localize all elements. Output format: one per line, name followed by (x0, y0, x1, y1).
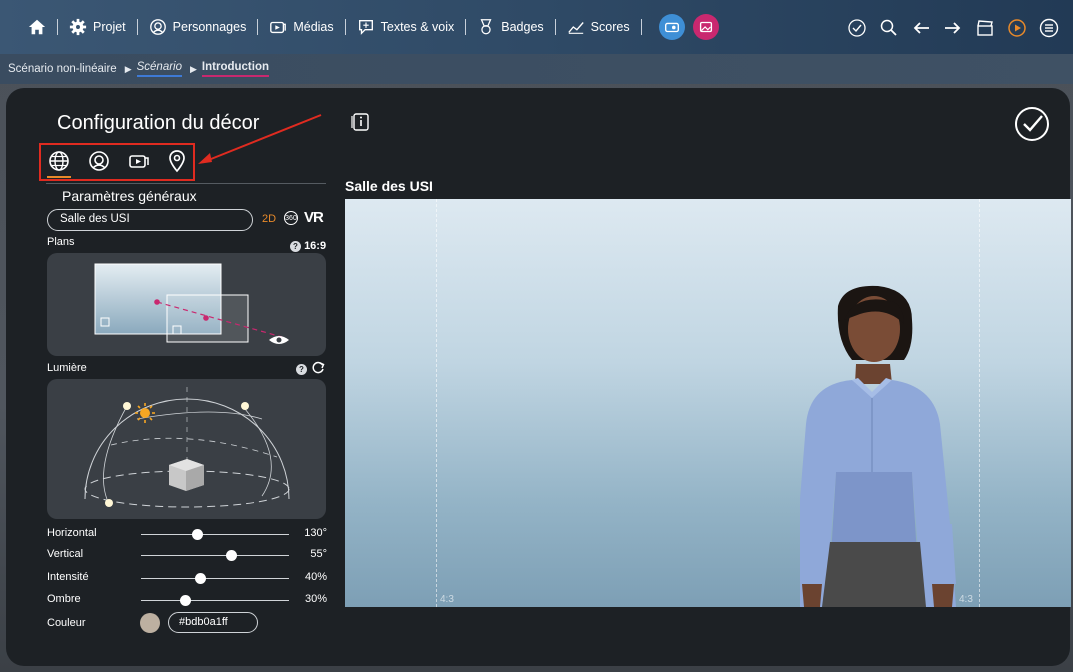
slider-vertical[interactable]: Vertical 55° (47, 547, 327, 563)
slider-label: Intensité (47, 571, 89, 583)
play-circle-icon[interactable] (1007, 18, 1027, 38)
nav-item-scores[interactable]: Scores (567, 18, 630, 36)
slider-label: Vertical (47, 548, 84, 560)
tab-characters-icon[interactable] (87, 149, 111, 173)
nav-separator (344, 19, 346, 35)
breadcrumb-current[interactable]: Introduction (201, 61, 269, 77)
guide-label: 4:3 (440, 594, 454, 605)
slider-value: 30% (304, 593, 327, 605)
breadcrumb: Scénario non-linéaire ▶ Scénario ▶ Intro… (0, 54, 1073, 84)
scenario-mode-button[interactable] (658, 14, 685, 40)
speech-icon (357, 18, 375, 36)
mode-vr-toggle[interactable]: VR (304, 209, 324, 226)
nav-label: Badges (501, 20, 544, 34)
nav-label: Scores (590, 20, 630, 34)
slider-knob[interactable] (179, 595, 191, 606)
nav-label: Textes & voix (380, 20, 455, 34)
color-label: Couleur (47, 617, 86, 629)
color-swatch[interactable] (140, 613, 160, 633)
home-icon[interactable] (28, 18, 46, 36)
slider-value: 40% (304, 571, 327, 583)
media-icon (269, 18, 287, 36)
decor-mode-button[interactable] (692, 14, 719, 40)
slider-intensity[interactable]: Intensité 40% (47, 570, 327, 586)
mode-360-toggle[interactable]: 360 (284, 211, 298, 225)
nav-item-projet[interactable]: Projet (69, 18, 126, 36)
ratio-value: 16:9 (304, 240, 327, 252)
toolbar-right (847, 18, 1059, 38)
check-circle-icon[interactable] (847, 18, 867, 38)
gear-icon (69, 18, 87, 36)
slider-track[interactable] (141, 534, 289, 535)
clapperboard-icon[interactable] (975, 18, 995, 38)
nav-separator (257, 19, 259, 35)
slider-value: 130° (304, 527, 327, 539)
slider-shadow[interactable]: Ombre 30% (47, 592, 327, 608)
scene-name-input[interactable]: Salle des USI (47, 209, 253, 231)
nav-separator (640, 19, 642, 35)
slider-label: Horizontal (47, 527, 97, 539)
section-title: Paramètres généraux (62, 188, 197, 204)
breadcrumb-arrow-icon: ▶ (190, 63, 197, 74)
nav-label: Médias (293, 20, 334, 34)
tab-general-globe-icon[interactable] (47, 149, 71, 173)
slider-knob[interactable] (191, 529, 203, 540)
nav-item-textes-voix[interactable]: Textes & voix (357, 18, 455, 36)
light-dome-diagram (84, 387, 290, 508)
nav-separator (57, 19, 58, 35)
slider-track[interactable] (141, 578, 289, 579)
slider-track[interactable] (141, 600, 289, 601)
help-icon[interactable]: ? (290, 240, 301, 252)
plans-editor[interactable] (47, 253, 326, 356)
breadcrumb-arrow-icon: ▶ (124, 63, 132, 74)
nav-separator (465, 19, 467, 35)
top-navigation-bar: Projet Personnages Médias Textes & voix … (0, 0, 1073, 54)
slider-horizontal[interactable]: Horizontal 130° (47, 526, 327, 542)
arrow-right-icon[interactable] (943, 18, 963, 38)
reset-icon[interactable] (311, 361, 325, 375)
nav-label: Personnages (172, 20, 247, 34)
slider-label: Ombre (47, 593, 81, 605)
sun-icon (135, 403, 155, 423)
plans-diagram (94, 263, 289, 344)
tabs-divider (46, 183, 326, 184)
scene-preview[interactable]: 4:3 4:3 (345, 199, 1071, 607)
light-dome-editor[interactable] (47, 379, 326, 519)
image-icon (697, 18, 715, 36)
tab-location-pin-icon[interactable] (165, 149, 189, 173)
slider-knob[interactable] (194, 573, 206, 584)
plans-label: Plans (47, 236, 75, 248)
active-tab-indicator (47, 176, 71, 178)
slider-value: 55° (310, 548, 327, 560)
nav-separator (136, 19, 138, 35)
scenario-icon (663, 18, 681, 36)
light-label: Lumière (47, 362, 87, 374)
color-value-input[interactable]: #bdb0a1ff (168, 612, 258, 633)
preview-title: Salle des USI (345, 178, 433, 194)
help-icon[interactable]: ? (296, 364, 307, 375)
breadcrumb-root[interactable]: Scénario non-linéaire (8, 63, 117, 75)
character-avatar[interactable] (800, 284, 1010, 607)
nav-item-badges[interactable]: Badges (477, 18, 544, 36)
badge-icon (477, 18, 495, 36)
search-icon[interactable] (879, 18, 899, 38)
ratio-indicator[interactable]: ? 16:9 (290, 240, 326, 252)
slider-knob[interactable] (225, 550, 237, 561)
nav-item-personnages[interactable]: Personnages (149, 18, 247, 36)
validate-check-icon[interactable] (1014, 106, 1050, 142)
scores-icon (567, 18, 585, 36)
breadcrumb-scenario[interactable]: Scénario (136, 61, 182, 77)
nav-label: Projet (93, 20, 126, 34)
arrow-left-icon[interactable] (911, 18, 931, 38)
guide-line (436, 199, 437, 607)
character-icon (149, 18, 167, 36)
tab-media-icon[interactable] (127, 149, 151, 173)
mode-2d-toggle[interactable]: 2D (262, 213, 276, 225)
nav-separator (554, 19, 556, 35)
menu-icon[interactable] (1039, 18, 1059, 38)
nav-item-medias[interactable]: Médias (269, 18, 334, 36)
slider-track[interactable] (141, 555, 289, 556)
annotation-arrow-icon (198, 114, 322, 164)
info-icon[interactable] (350, 112, 370, 132)
